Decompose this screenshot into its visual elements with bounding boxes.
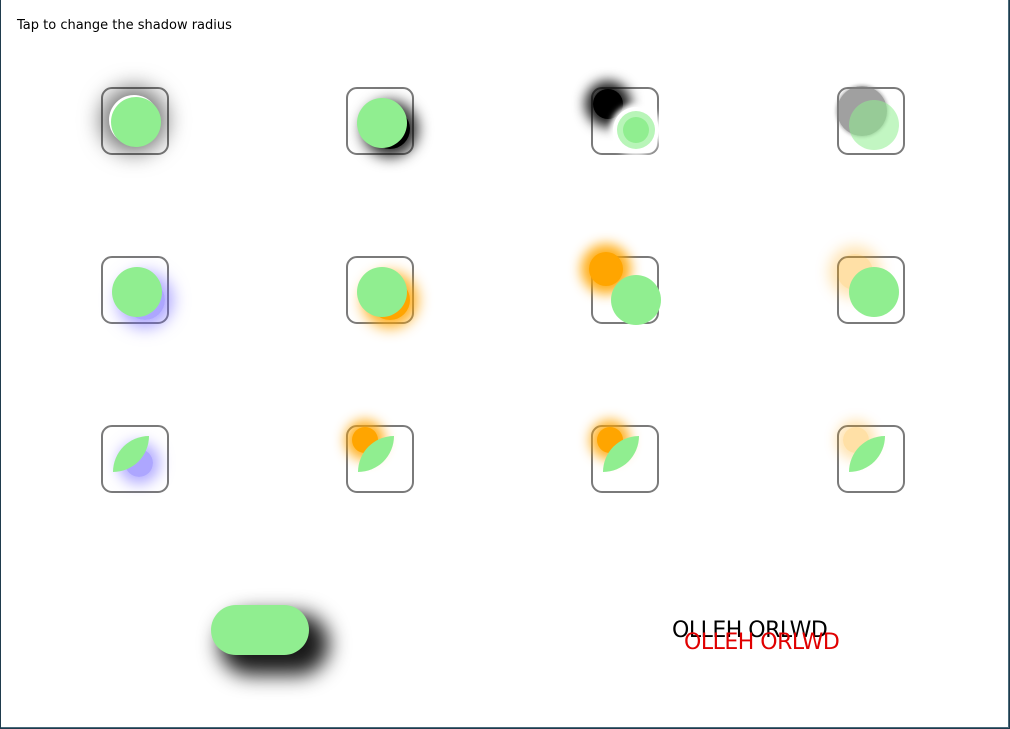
green-circle xyxy=(357,267,407,317)
shadow-tile-6[interactable] xyxy=(346,256,414,324)
green-circle xyxy=(357,98,407,148)
instruction-text: Tap to change the shadow radius xyxy=(17,18,232,33)
shadow-tile-8[interactable] xyxy=(837,254,905,324)
shadow-tile-4[interactable] xyxy=(837,86,905,155)
shadow-pill-button[interactable] xyxy=(211,605,309,655)
shadow-tile-7[interactable] xyxy=(589,252,661,325)
shadow-tile-10[interactable] xyxy=(346,425,414,493)
green-circle xyxy=(112,267,162,317)
green-circle xyxy=(849,100,899,150)
shadow-tile-11[interactable] xyxy=(591,425,659,493)
green-circle xyxy=(849,267,899,317)
shadow-tile-5[interactable] xyxy=(101,256,169,324)
green-circle xyxy=(111,97,161,147)
green-circle xyxy=(611,275,661,325)
shadow-text-red: OLLEH ORLWD xyxy=(684,630,840,655)
green-circle xyxy=(623,117,649,143)
shadow-tile-12[interactable] xyxy=(837,425,905,493)
shadow-tile-9[interactable] xyxy=(101,425,169,493)
app-window: Tap to change the shadow radius OLLEH OR… xyxy=(1,0,1009,728)
shadow-tile-1[interactable] xyxy=(101,87,169,155)
shadow-tile-2[interactable] xyxy=(346,87,414,155)
shadow-tile-3[interactable] xyxy=(591,87,659,155)
